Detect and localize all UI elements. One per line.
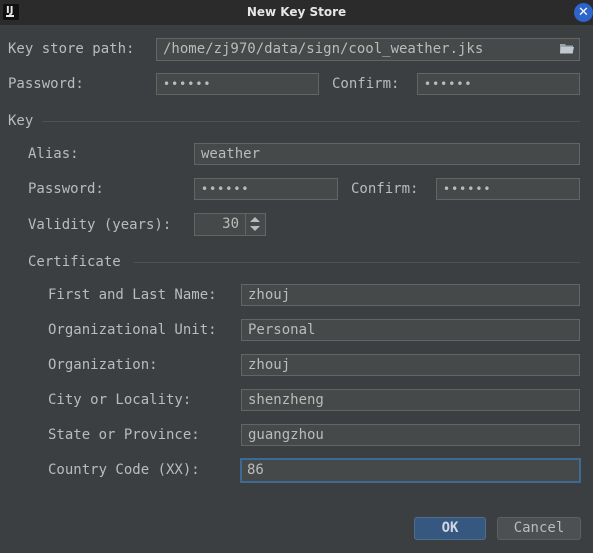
validity-spinner-arrows[interactable] [245, 213, 265, 236]
organization-label: Organization: [48, 357, 158, 373]
certificate-section-title: Certificate [28, 254, 121, 270]
keystore-path-label: Key store path: [8, 41, 135, 57]
state-label: State or Province: [48, 427, 200, 443]
close-icon[interactable]: ✕ [574, 3, 593, 22]
certificate-section-divider [134, 262, 580, 263]
first-last-name-input[interactable]: zhouj [241, 284, 580, 306]
country-code-label: Country Code (XX): [48, 462, 200, 478]
keystore-path-input[interactable]: /home/zj970/data/sign/cool_weather.jks [156, 38, 580, 61]
org-unit-label: Organizational Unit: [48, 322, 217, 338]
key-password-label: Password: [28, 181, 104, 197]
window-title: New Key Store [246, 5, 347, 19]
city-label: City or Locality: [48, 392, 192, 408]
validity-label: Validity (years): [28, 217, 172, 233]
title-bar: IJ New Key Store ✕ [0, 0, 593, 25]
key-confirm-input[interactable]: •••••• [436, 178, 580, 200]
country-code-input[interactable]: 86 [240, 458, 581, 483]
key-section-title: Key [8, 113, 34, 129]
cancel-button[interactable]: Cancel [497, 517, 581, 540]
key-confirm-label: Confirm: [351, 181, 419, 197]
keystore-password-input[interactable]: •••••• [156, 73, 319, 95]
chevron-up-icon[interactable] [250, 217, 260, 222]
alias-label: Alias: [28, 146, 79, 162]
state-input[interactable]: guangzhou [241, 424, 580, 446]
key-section-divider [42, 121, 580, 122]
keystore-confirm-label: Confirm: [332, 76, 400, 92]
org-unit-input[interactable]: Personal [241, 319, 580, 341]
ok-button[interactable]: OK [414, 517, 486, 540]
chevron-down-icon[interactable] [250, 226, 260, 231]
keystore-password-label: Password: [8, 76, 84, 92]
keystore-confirm-input[interactable]: •••••• [417, 73, 580, 95]
folder-icon[interactable] [560, 43, 574, 54]
alias-input[interactable]: weather [194, 143, 580, 165]
key-password-input[interactable]: •••••• [194, 178, 338, 200]
city-input[interactable]: shenzheng [241, 389, 580, 411]
first-last-name-label: First and Last Name: [48, 287, 217, 303]
organization-input[interactable]: zhouj [241, 354, 580, 376]
